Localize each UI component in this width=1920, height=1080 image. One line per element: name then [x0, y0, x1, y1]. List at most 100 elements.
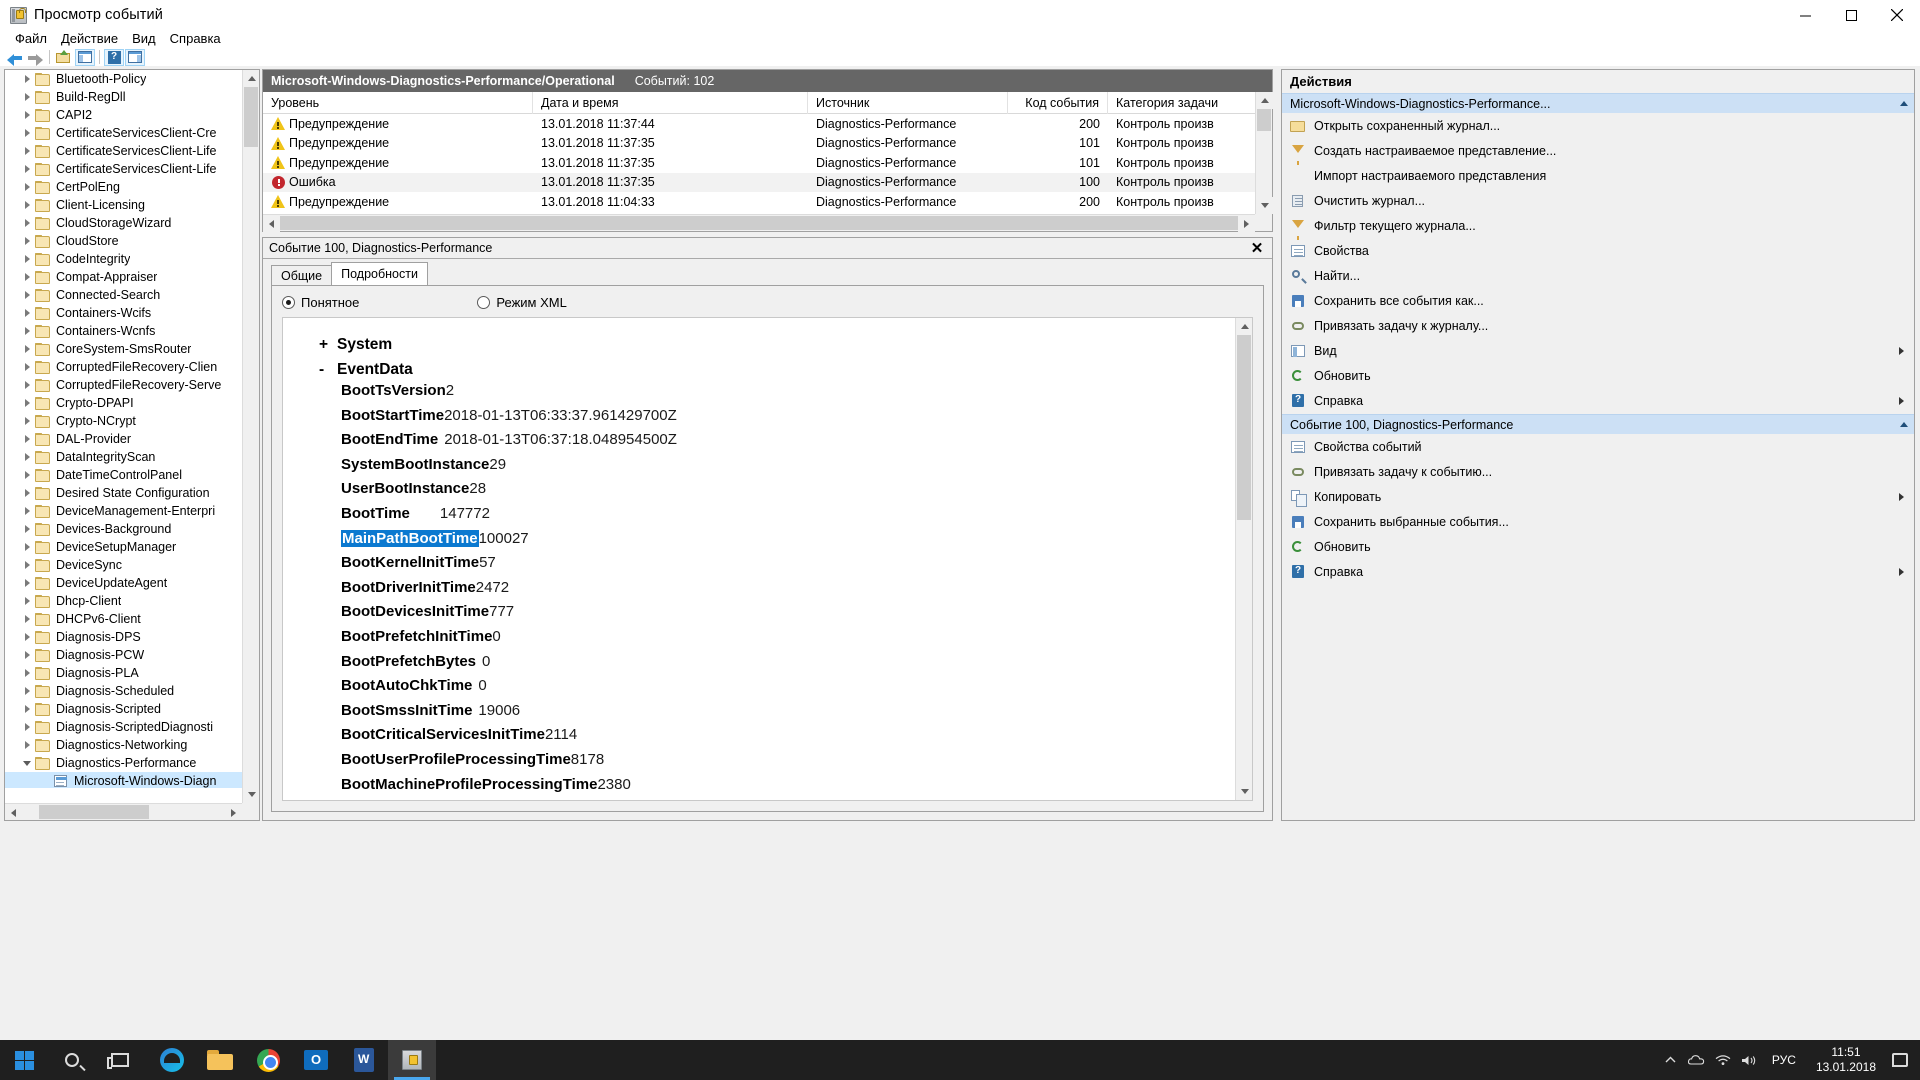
action-menu-item[interactable]: Вид: [1282, 338, 1914, 363]
expand-arrow-icon[interactable]: [19, 682, 35, 700]
volume-icon[interactable]: [1736, 1040, 1762, 1080]
tree-item[interactable]: Diagnosis-DPS: [5, 628, 244, 646]
expand-arrow-icon[interactable]: [19, 736, 35, 754]
tree-item[interactable]: Microsoft-Windows-Diagn: [5, 772, 244, 788]
tree-item[interactable]: CertPolEng: [5, 178, 244, 196]
expand-plus-icon[interactable]: +: [319, 336, 337, 354]
close-button[interactable]: [1874, 0, 1920, 30]
column-level[interactable]: Уровень: [263, 92, 533, 114]
expand-arrow-icon[interactable]: [19, 520, 35, 538]
tree-item[interactable]: CodeIntegrity: [5, 250, 244, 268]
expand-arrow-icon[interactable]: [19, 88, 35, 106]
tree-item[interactable]: Desired State Configuration: [5, 484, 244, 502]
tree-item[interactable]: CoreSystem-SmsRouter: [5, 340, 244, 358]
tree-item[interactable]: Diagnosis-ScriptedDiagnosti: [5, 718, 244, 736]
expand-arrow-icon[interactable]: [19, 700, 35, 718]
action-menu-item[interactable]: Справка: [1282, 388, 1914, 413]
tree-item[interactable]: CertificateServicesClient-Life: [5, 160, 244, 178]
event-data-item[interactable]: BootPrefetchInitTime 0: [319, 628, 1235, 653]
tree-item[interactable]: Connected-Search: [5, 286, 244, 304]
tree-item[interactable]: Crypto-DPAPI: [5, 394, 244, 412]
taskbar-event-viewer[interactable]: [388, 1040, 436, 1080]
expand-arrow-icon[interactable]: [19, 106, 35, 124]
events-scroll-right-button[interactable]: [1238, 215, 1255, 232]
taskbar-file-explorer[interactable]: [196, 1040, 244, 1080]
menu-file[interactable]: Файл: [8, 30, 54, 48]
tree-item[interactable]: Devices-Background: [5, 520, 244, 538]
action-menu-item[interactable]: Создать настраиваемое представление...: [1282, 138, 1914, 165]
tree-item[interactable]: Diagnostics-Networking: [5, 736, 244, 754]
expand-arrow-icon[interactable]: [19, 196, 35, 214]
tree-item[interactable]: DHCPv6-Client: [5, 610, 244, 628]
tree-hscroll-thumb[interactable]: [39, 805, 149, 819]
expand-arrow-icon[interactable]: [19, 538, 35, 556]
expand-arrow-icon[interactable]: [19, 448, 35, 466]
action-menu-item[interactable]: Фильтр текущего журнала...: [1282, 213, 1914, 240]
expand-arrow-icon[interactable]: [19, 502, 35, 520]
taskbar-edge[interactable]: [148, 1040, 196, 1080]
tree-item[interactable]: Containers-Wcifs: [5, 304, 244, 322]
clock[interactable]: 11:51 13.01.2018: [1806, 1045, 1886, 1075]
event-data-item[interactable]: BootAutoChkTime 0: [319, 677, 1235, 702]
collapse-minus-icon[interactable]: -: [319, 361, 337, 379]
table-row[interactable]: Предупреждение 13.01.2018 11:37:35 Diagnos…: [263, 134, 1272, 154]
tree-vertical-scrollbar[interactable]: [242, 70, 259, 803]
action-menu-item[interactable]: Открыть сохраненный журнал...: [1282, 113, 1914, 138]
tree-item[interactable]: DeviceManagement-Enterpri: [5, 502, 244, 520]
details-scroll-thumb[interactable]: [1237, 335, 1251, 520]
actions-group-event[interactable]: Событие 100, Diagnostics-Performance: [1282, 414, 1914, 434]
expand-arrow-icon[interactable]: [19, 124, 35, 142]
tree-item[interactable]: DeviceUpdateAgent: [5, 574, 244, 592]
tab-details[interactable]: Подробности: [331, 262, 428, 285]
menu-action[interactable]: Действие: [54, 30, 125, 48]
action-menu-item[interactable]: Сохранить выбранные события...: [1282, 509, 1914, 534]
tree-item[interactable]: Containers-Wcnfs: [5, 322, 244, 340]
events-scroll-thumb[interactable]: [1257, 109, 1271, 131]
tree-item[interactable]: DeviceSetupManager: [5, 538, 244, 556]
action-menu-item[interactable]: Найти...: [1282, 263, 1914, 288]
expand-arrow-icon[interactable]: [19, 358, 35, 376]
event-data-item[interactable]: BootTsVersion 2: [319, 382, 1235, 407]
event-data-item[interactable]: BootCriticalServicesInitTime 2114: [319, 726, 1235, 751]
chevron-up-icon[interactable]: [1658, 1040, 1684, 1080]
collapse-arrow-icon[interactable]: [19, 754, 35, 772]
event-data-item[interactable]: BootDriverInitTime 2472: [319, 579, 1235, 604]
tree-item[interactable]: Dhcp-Client: [5, 592, 244, 610]
action-menu-item[interactable]: Копировать: [1282, 484, 1914, 509]
details-scroll-up-button[interactable]: [1236, 318, 1252, 335]
action-menu-item[interactable]: Привязать задачу к журналу...: [1282, 313, 1914, 338]
table-row[interactable]: Ошибка 13.01.2018 11:37:35 Diagnostics-Per…: [263, 172, 1272, 192]
column-datetime[interactable]: Дата и время: [533, 92, 808, 114]
actions-group-log[interactable]: Microsoft-Windows-Diagnostics-Performanc…: [1282, 93, 1914, 113]
event-data-item[interactable]: BootTime 147772: [319, 505, 1235, 530]
expand-arrow-icon[interactable]: [19, 160, 35, 178]
action-menu-item[interactable]: Свойства: [1282, 238, 1914, 263]
expand-arrow-icon[interactable]: [19, 412, 35, 430]
events-scroll-down-button[interactable]: [1256, 197, 1273, 214]
minimize-button[interactable]: [1782, 0, 1828, 30]
action-menu-item[interactable]: Обновить: [1282, 363, 1914, 388]
tree-item[interactable]: Crypto-NCrypt: [5, 412, 244, 430]
event-data-node[interactable]: - EventData: [319, 357, 1235, 382]
tree-item[interactable]: CorruptedFileRecovery-Clien: [5, 358, 244, 376]
events-hscroll-thumb[interactable]: [280, 216, 1238, 230]
radio-friendly-view[interactable]: Понятное: [282, 295, 359, 310]
tree-item[interactable]: CorruptedFileRecovery-Serve: [5, 376, 244, 394]
expand-arrow-icon[interactable]: [19, 664, 35, 682]
event-data-item[interactable]: BootMachineProfileProcessingTime 2380: [319, 776, 1235, 801]
event-data-node[interactable]: + System: [319, 332, 1235, 357]
expand-arrow-icon[interactable]: [19, 142, 35, 160]
action-menu-item[interactable]: Справка: [1282, 559, 1914, 584]
network-icon[interactable]: [1710, 1040, 1736, 1080]
details-vertical-scrollbar[interactable]: [1235, 318, 1252, 800]
expand-arrow-icon[interactable]: [19, 304, 35, 322]
tree-item[interactable]: CAPI2: [5, 106, 244, 124]
console-tree[interactable]: Bluetooth-Policy Build-RegDll CAPI2 Certifi…: [5, 70, 244, 788]
action-menu-item[interactable]: Привязать задачу к событию...: [1282, 459, 1914, 484]
event-data-item[interactable]: BootDevicesInitTime 777: [319, 603, 1235, 628]
tree-item[interactable]: Diagnosis-PLA: [5, 664, 244, 682]
event-data-item[interactable]: BootEndTime 2018-01-13T06:37:18.048954500…: [319, 431, 1235, 456]
tree-item[interactable]: CloudStore: [5, 232, 244, 250]
event-data-list[interactable]: + System - EventData BootTsVersion 2 BootStart…: [283, 318, 1235, 800]
expand-arrow-icon[interactable]: [19, 214, 35, 232]
